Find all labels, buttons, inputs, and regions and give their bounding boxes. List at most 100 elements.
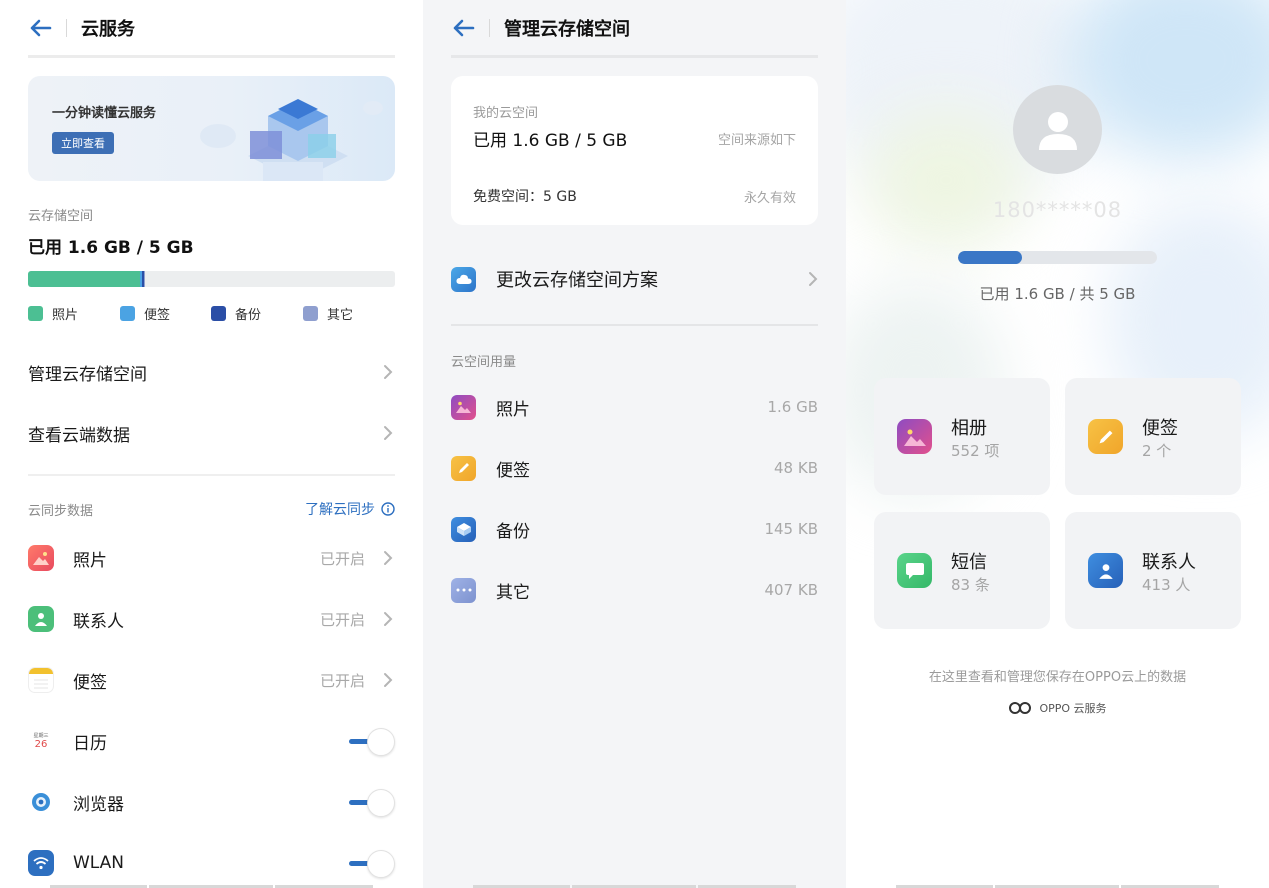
messages-icon [897,553,932,588]
legend-photos: 照片 [28,304,78,323]
tile-count: 552 项 [951,442,1000,460]
cloud-data-screen: 180*****08 已用 1.6 GB / 共 5 GB 相册 552 项 便… [846,0,1269,888]
legend-label: 备份 [235,308,262,323]
calendar-sync-toggle[interactable] [349,728,395,756]
photos-icon [28,545,54,571]
back-button[interactable] [28,15,54,41]
brand-name: OPPO 云服务 [1039,702,1107,715]
manage-storage-row[interactable]: 管理云存储空间 [28,358,395,386]
tile-name: 短信 [951,552,987,573]
storage-bar-other [144,271,145,287]
tile-contacts[interactable]: 联系人 413 人 [1065,512,1241,629]
legend-swatch [303,306,318,321]
usage-item-label: 其它 [496,582,530,603]
sync-row-contacts[interactable]: 联系人 已开启 [28,601,395,637]
browser-sync-toggle[interactable] [349,789,395,817]
header-divider [489,18,490,37]
cloud-service-screen: 云服务 一分钟读懂云服务 立即查看 云存储空间 已用 1.6 GB / 5 GB… [0,0,423,888]
chevron-right-icon [384,612,393,626]
view-cloud-data-label: 查看云端数据 [28,425,130,446]
storage-bar [28,271,395,287]
usage-row-backup: 备份 145 KB [451,514,818,544]
manage-storage-screen: 管理云存储空间 我的云空间 已用 1.6 GB / 5 GB 空间来源如下 免费… [423,0,846,888]
intro-banner[interactable]: 一分钟读懂云服务 立即查看 [28,76,395,181]
browser-icon [28,789,54,815]
background-glow [866,110,1026,250]
header: 管理云存储空间 [451,0,818,58]
tile-name: 相册 [951,418,987,439]
sync-row-wlan[interactable]: WLAN [28,845,395,881]
sync-status: 已开启 [319,549,365,568]
other-icon [451,577,476,603]
change-plan-row[interactable]: 更改云存储空间方案 [451,264,818,294]
view-cloud-data-row[interactable]: 查看云端数据 [28,419,395,447]
tile-album[interactable]: 相册 552 项 [874,378,1050,495]
brand: OPPO 云服务 [846,700,1269,716]
legend-swatch [211,306,226,321]
usage-row-photos: 照片 1.6 GB [451,392,818,422]
storage-usage: 已用 1.6 GB / 5 GB [28,238,194,258]
view-now-button[interactable]: 立即查看 [52,132,114,154]
cloud-server-illustration [200,99,383,181]
toggle-knob [367,789,395,817]
usage-item-label: 备份 [496,521,530,542]
space-source-label: 空间来源如下 [717,133,796,148]
wlan-sync-toggle[interactable] [349,850,395,878]
sync-status: 已开启 [319,671,365,690]
banner-text: 一分钟读懂云服务 [52,106,157,121]
contacts-icon [28,606,54,632]
legend-label: 照片 [52,308,79,323]
section-divider [28,474,395,476]
notes-icon [1088,419,1123,454]
storage-usage: 已用 1.6 GB / 5 GB [473,131,628,151]
usage-item-label: 便签 [496,460,530,481]
storage-label: 云存储空间 [28,209,94,224]
sync-status: 已开启 [319,610,365,629]
storage-bar-photos [28,271,140,287]
usage-item-value: 48 KB [774,459,818,477]
legend-label: 其它 [327,308,354,323]
usage-section-label: 云空间用量 [451,355,517,370]
section-divider [451,324,818,326]
chevron-right-icon [384,551,393,565]
usage-row-notes: 便签 48 KB [451,453,818,483]
tile-messages[interactable]: 短信 83 条 [874,512,1050,629]
info-icon [381,502,395,516]
calendar-icon: 星期三 26 [28,728,54,754]
cloud-icon [451,266,476,292]
sync-row-calendar[interactable]: 星期三 26 日历 [28,723,395,759]
learn-sync-link[interactable]: 了解云同步 [305,499,395,519]
tile-count: 2 个 [1142,442,1172,460]
back-button[interactable] [451,15,477,41]
header: 云服务 [28,0,395,58]
legend-swatch [120,306,135,321]
sync-item-label: WLAN [73,853,125,873]
tile-notes[interactable]: 便签 2 个 [1065,378,1241,495]
storage-progress-fill [958,251,1022,264]
legend-swatch [28,306,43,321]
usage-item-label: 照片 [496,399,530,420]
avatar[interactable] [1013,85,1102,174]
storage-progress-bar [958,251,1157,264]
manage-storage-label: 管理云存储空间 [28,364,147,385]
calendar-day: 26 [34,738,48,750]
legend-backup: 备份 [211,304,261,323]
page-title: 管理云存储空间 [504,18,630,40]
oppo-cloud-logo-icon [1009,702,1032,714]
toggle-knob [367,728,395,756]
tile-count: 83 条 [951,576,990,594]
tile-count: 413 人 [1142,576,1191,594]
sync-row-browser[interactable]: 浏览器 [28,784,395,820]
legend-notes: 便签 [120,304,170,323]
page-title: 云服务 [81,18,135,40]
usage-row-other: 其它 407 KB [451,575,818,605]
sync-row-notes[interactable]: 便签 已开启 [28,662,395,698]
usage-item-value: 145 KB [764,520,818,538]
photos-icon [451,394,476,420]
notes-icon [28,667,54,693]
sync-row-photos[interactable]: 照片 已开启 [28,540,395,576]
learn-sync-label: 了解云同步 [305,502,375,518]
user-icon [1038,111,1077,150]
backup-icon [451,516,476,542]
account-number: 180*****08 [992,198,1123,222]
